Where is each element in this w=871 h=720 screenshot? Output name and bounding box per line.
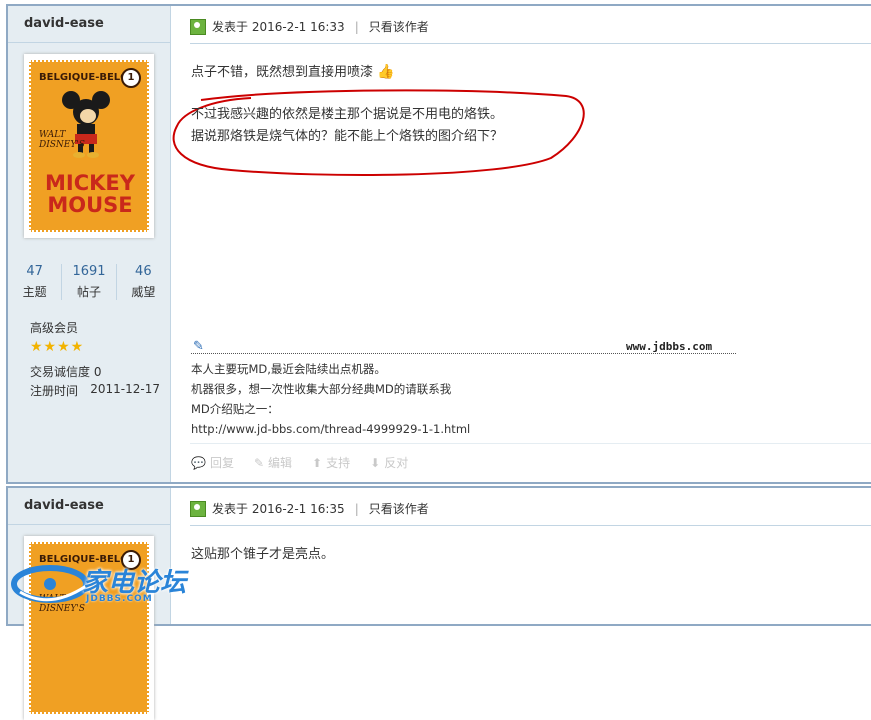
site-logo-domain: JDBBS.COM [86, 594, 153, 604]
reply-icon: 💬 [191, 456, 206, 470]
stat-label: 主题 [22, 285, 47, 299]
rank-stars-icon: ★★★★ [30, 339, 85, 355]
edit-label: 编辑 [268, 456, 293, 470]
stat-prestige[interactable]: 46 威望 [117, 264, 170, 300]
edit-button[interactable]: ✎ 编辑 [254, 454, 292, 471]
stat-label: 帖子 [76, 285, 101, 299]
post-body: 发表于 2016-2-1 16:33 | 只看该作者 点子不错，既然想到直接用喷… [171, 6, 871, 482]
divider [8, 524, 170, 525]
avatar-stamp-title: MICKEY MOUSE [45, 171, 135, 217]
register-date: 2011-12-17 [90, 382, 160, 396]
stat-value: 46 [135, 264, 152, 279]
post-text: 不过我感兴趣的依然是楼主那个据说是不用电的烙铁。 [191, 107, 504, 122]
signature-line: 本人主要玩MD,最近会陆续出点机器。 [191, 362, 386, 376]
signature-watermark: www.jdbbs.com [626, 340, 713, 353]
post-text-line: 点子不错，既然想到直接用喷漆 👍 [191, 61, 395, 80]
post-actions: 💬 回复 ✎ 编辑 ⬆ 支持 ⬇ 反对 [191, 454, 408, 471]
only-author-link[interactable]: 只看该作者 [369, 18, 429, 35]
stat-value: 1691 [72, 264, 106, 279]
oppose-button[interactable]: ⬇ 反对 [370, 454, 408, 471]
post-text: 据说那烙铁是烧气体的？能不能上个烙铁的图介绍下？ [191, 129, 504, 144]
post-body: 发表于 2016-2-1 16:35 | 只看该作者 这贴那个锥子才是亮点。 [171, 488, 871, 624]
post-text: 这贴那个锥子才是亮点。 [191, 547, 335, 562]
stat-posts[interactable]: 1691 帖子 [62, 264, 117, 300]
register-label: 注册时间 [30, 384, 79, 398]
only-author-link[interactable]: 只看该作者 [369, 500, 429, 517]
online-status-icon [190, 500, 206, 517]
avatar-image: BELGIQUE-BELGIE 1 WALT DISNEY'S MICKEY MOU… [29, 60, 149, 232]
arrow-up-icon: ⬆ [312, 456, 323, 470]
divider [190, 443, 871, 444]
avatar-stamp-caption: WALT DISNEY'S [39, 130, 85, 150]
separator: | [354, 19, 359, 34]
post-time: 发表于 2016-2-1 16:35 [212, 502, 345, 516]
support-label: 支持 [326, 456, 351, 470]
author-name[interactable]: david-ease [24, 16, 104, 31]
stat-label: 威望 [131, 285, 156, 299]
arrow-down-icon: ⬇ [370, 456, 381, 470]
signature-divider [191, 353, 736, 354]
signature-line: MD介绍贴之一： [191, 402, 279, 416]
thumbs-up-icon: 👍 [377, 64, 395, 80]
register-time: 2011-12-17 注册时间 [30, 382, 160, 399]
signature-line: 机器很多，想一次性收集大部分经典MD的请联系我 [191, 382, 452, 396]
divider [190, 525, 871, 526]
author-stats: 47 主题 1691 帖子 46 威望 [8, 264, 170, 300]
post-header: 发表于 2016-2-1 16:35 | 只看该作者 [190, 500, 429, 517]
trade-credit: 交易诚信度 0 [30, 365, 102, 379]
stat-topics[interactable]: 47 主题 [8, 264, 63, 300]
signature: 本人主要玩MD,最近会陆续出点机器。 机器很多，想一次性收集大部分经典MD的请联… [191, 359, 470, 439]
support-button[interactable]: ⬆ 支持 [312, 454, 350, 471]
post: david-ease BELGIQUE-BELGIE 1 WALT DISNEY… [6, 4, 871, 484]
online-status-icon [190, 18, 206, 35]
oppose-label: 反对 [384, 456, 409, 470]
avatar-stamp-number: 1 [121, 68, 141, 88]
user-group[interactable]: 高级会员 [30, 319, 78, 336]
divider [190, 43, 871, 44]
reply-button[interactable]: 💬 回复 [191, 454, 234, 471]
edit-icon: ✎ [253, 456, 265, 470]
post-header: 发表于 2016-2-1 16:33 | 只看该作者 [190, 18, 429, 35]
separator: | [354, 501, 359, 516]
reply-label: 回复 [209, 456, 234, 470]
signature-link[interactable]: http://www.jd-bbs.com/thread-4999929-1-1… [191, 419, 470, 439]
divider [8, 42, 170, 43]
avatar[interactable]: BELGIQUE-BELGIE 1 WALT DISNEY'S MICKEY MOU… [24, 54, 154, 238]
post-text: 点子不错，既然想到直接用喷漆 [191, 65, 374, 80]
author-name[interactable]: david-ease [24, 498, 104, 513]
signature-pen-icon: ✎ [193, 339, 204, 354]
stat-value: 47 [26, 264, 43, 279]
author-sidebar: david-ease BELGIQUE-BELGIE 1 WALT DISNEY… [8, 6, 171, 482]
post-time: 发表于 2016-2-1 16:33 [212, 20, 345, 34]
